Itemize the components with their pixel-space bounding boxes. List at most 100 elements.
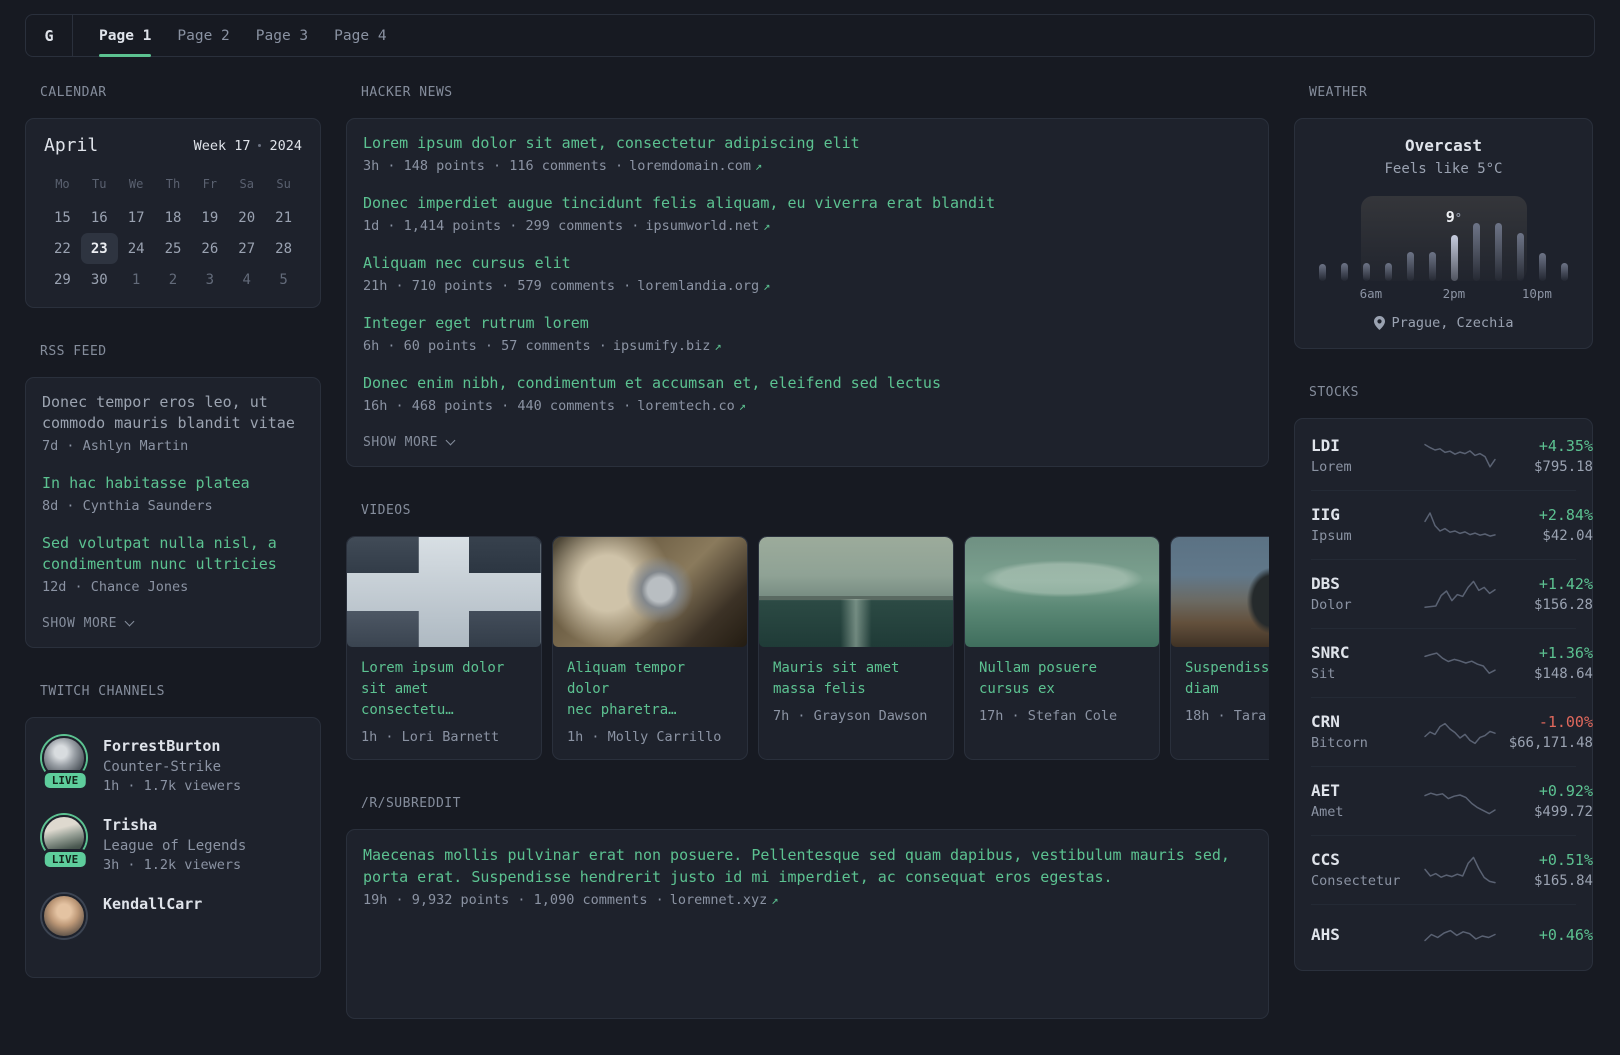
rss-item-meta: 7d · Ashlyn Martin — [42, 438, 189, 454]
videos-widget: VIDEOS Lorem ipsum dolor sit amet consec… — [346, 503, 1269, 760]
weekday-label: Sa — [239, 177, 254, 191]
rss-label: RSS FEED — [40, 344, 107, 359]
hackernews-label: HACKER NEWS — [361, 85, 453, 100]
stock-sparkline — [1423, 853, 1497, 887]
stock-name: Amet — [1311, 804, 1344, 820]
video-card[interactable]: Aliquam tempor dolor nec pharetra… 1h · … — [552, 536, 748, 760]
videos-label: VIDEOS — [361, 503, 411, 518]
stock-sparkline — [1423, 577, 1497, 611]
calendar-day: 29 — [53, 271, 71, 288]
hn-item-domain-link[interactable]: loremdomain.com ↗ — [629, 158, 762, 174]
video-title[interactable]: Mauris sit amet massa felis — [773, 658, 939, 700]
tab-page-4[interactable]: Page 4 — [334, 15, 386, 56]
reddit-post-title[interactable]: Maecenas mollis pulvinar erat non posuer… — [363, 844, 1252, 888]
stock-row[interactable]: LDI Lorem +4.35% $795.18 — [1311, 422, 1593, 491]
calendar-day: 2 — [168, 271, 178, 288]
video-title[interactable]: Aliquam tempor dolor nec pharetra… — [567, 658, 733, 721]
rss-item-meta: 12d · Chance Jones — [42, 579, 189, 595]
stock-sparkline — [1423, 508, 1497, 542]
hn-item-domain-link[interactable]: ipsumworld.net ↗ — [645, 218, 770, 234]
calendar-year: 2024 — [269, 137, 302, 154]
stock-row[interactable]: CRN Bitcorn -1.00% $66,171.48 — [1311, 698, 1593, 767]
stock-row[interactable]: IIG Ipsum +2.84% $42.04 — [1311, 491, 1593, 560]
hn-item-meta: 1d · 1,414 points · 299 comments · — [363, 218, 640, 234]
video-title[interactable]: Nullam posuere cursus ex — [979, 658, 1145, 700]
video-title[interactable]: Lorem ipsum dolor sit amet consectetu… — [361, 658, 527, 721]
stock-row[interactable]: CCS Consectetur +0.51% $165.84 — [1311, 836, 1593, 905]
stock-row[interactable]: SNRC Sit +1.36% $148.64 — [1311, 629, 1593, 698]
avatar — [42, 894, 86, 938]
stock-sparkline — [1423, 784, 1497, 818]
rss-show-more-button[interactable]: SHOW MORE — [42, 616, 135, 631]
stock-price: $795.18 — [1533, 459, 1593, 475]
dashboard-page: G Page 1 Page 2 Page 3 Page 4 CALENDAR A… — [0, 0, 1620, 1019]
calendar-weekday-row: Mo Tu We Th Fr Sa Su — [44, 172, 302, 202]
external-link-icon: ↗ — [755, 159, 763, 173]
external-link-icon: ↗ — [714, 339, 722, 353]
hn-item-title[interactable]: Lorem ipsum dolor sit amet, consectetur … — [363, 133, 1252, 154]
reddit-post-domain-link[interactable]: loremnet.xyz ↗ — [670, 892, 779, 908]
tab-page-2[interactable]: Page 2 — [177, 15, 229, 56]
twitch-channel-row[interactable]: LIVE KendallCarr — [42, 894, 304, 940]
calendar-day: 16 — [90, 209, 108, 226]
stock-change: -1.00% — [1538, 713, 1593, 731]
rss-item-title[interactable]: Sed volutpat nulla nisl, a condimentum n… — [42, 533, 304, 575]
stock-name: Ipsum — [1311, 528, 1352, 544]
location-pin-icon — [1373, 316, 1385, 330]
video-thumbnail — [1171, 537, 1269, 647]
stock-price: $66,171.48 — [1508, 735, 1593, 751]
video-card[interactable]: Mauris sit amet massa felis 7h · Grayson… — [758, 536, 954, 760]
stock-row[interactable]: AET Amet +0.92% $499.72 — [1311, 767, 1593, 836]
twitch-channel-row[interactable]: LIVE ForrestBurton Counter-Strike 1h · 1… — [42, 736, 304, 796]
stock-row[interactable]: AHS +0.46% — [1311, 905, 1593, 967]
weather-bar — [1429, 252, 1436, 281]
twitch-channel-row[interactable]: LIVE Trisha League of Legends 3h · 1.2k … — [42, 815, 304, 875]
weather-condition: Overcast — [1404, 136, 1483, 155]
calendar-week: Week 17 — [193, 137, 251, 154]
calendar-day: 20 — [238, 209, 256, 226]
weather-feels-like: Feels like 5°C — [1384, 161, 1503, 177]
stocks-widget: STOCKS LDI Lorem +4.35% $795.18 IIG Ipsu… — [1294, 385, 1593, 971]
hn-item: Donec enim nibh, condimentum et accumsan… — [363, 373, 1252, 414]
calendar-day: 21 — [275, 209, 292, 226]
stock-symbol: CRN — [1311, 712, 1340, 731]
hn-item-domain-link[interactable]: loremtech.co ↗ — [637, 398, 746, 414]
hn-show-more-button[interactable]: SHOW MORE — [363, 435, 456, 450]
video-thumbnail — [965, 537, 1159, 647]
weather-bar — [1473, 223, 1480, 281]
stock-symbol: DBS — [1311, 574, 1340, 593]
video-card[interactable]: Lorem ipsum dolor sit amet consectetu… 1… — [346, 536, 542, 760]
hn-item-title[interactable]: Aliquam nec cursus elit — [363, 253, 1252, 274]
stock-change: +0.46% — [1538, 926, 1593, 944]
rss-item-title[interactable]: Donec tempor eros leo, ut commodo mauris… — [42, 392, 304, 434]
hn-item: Integer eget rutrum lorem 6h · 60 points… — [363, 313, 1252, 354]
stock-name: Consectetur — [1311, 873, 1401, 889]
rss-item: Sed volutpat nulla nisl, a condimentum n… — [42, 533, 304, 595]
stock-symbol: SNRC — [1311, 643, 1350, 662]
weekday-label: Mo — [55, 177, 70, 191]
weather-temp-label: 9° — [1445, 208, 1463, 226]
video-card[interactable]: Nullam posuere cursus ex 17h · Stefan Co… — [964, 536, 1160, 760]
video-card[interactable]: Suspendisse diam 18h · Tara — [1170, 536, 1269, 760]
stock-price: $148.64 — [1533, 666, 1593, 682]
hn-item-title[interactable]: Integer eget rutrum lorem — [363, 313, 1252, 334]
hn-item: Donec imperdiet augue tincidunt felis al… — [363, 193, 1252, 234]
hn-item-title[interactable]: Donec enim nibh, condimentum et accumsan… — [363, 373, 1252, 394]
hn-item-domain-link[interactable]: loremlandia.org ↗ — [637, 278, 770, 294]
tab-page-3[interactable]: Page 3 — [256, 15, 308, 56]
stock-price: $165.84 — [1533, 873, 1593, 889]
stock-change: +4.35% — [1538, 437, 1593, 455]
weekday-label: Fr — [202, 177, 218, 191]
external-link-icon: ↗ — [771, 893, 779, 907]
stock-row[interactable]: DBS Dolor +1.42% $156.28 — [1311, 560, 1593, 629]
calendar-day: 19 — [201, 209, 219, 226]
tab-page-1[interactable]: Page 1 — [99, 15, 152, 57]
hn-item-title[interactable]: Donec imperdiet augue tincidunt felis al… — [363, 193, 1252, 214]
twitch-channel-meta: 1h · 1.7k viewers — [103, 778, 242, 794]
video-title[interactable]: Suspendisse diam — [1185, 658, 1269, 700]
weather-bar — [1319, 264, 1326, 281]
hn-item-domain-link[interactable]: ipsumify.biz ↗ — [613, 338, 722, 354]
calendar-week-year: Week 17 2024 — [194, 138, 302, 154]
rss-item-title[interactable]: In hac habitasse platea — [42, 473, 304, 494]
app-logo[interactable]: G — [26, 15, 73, 56]
